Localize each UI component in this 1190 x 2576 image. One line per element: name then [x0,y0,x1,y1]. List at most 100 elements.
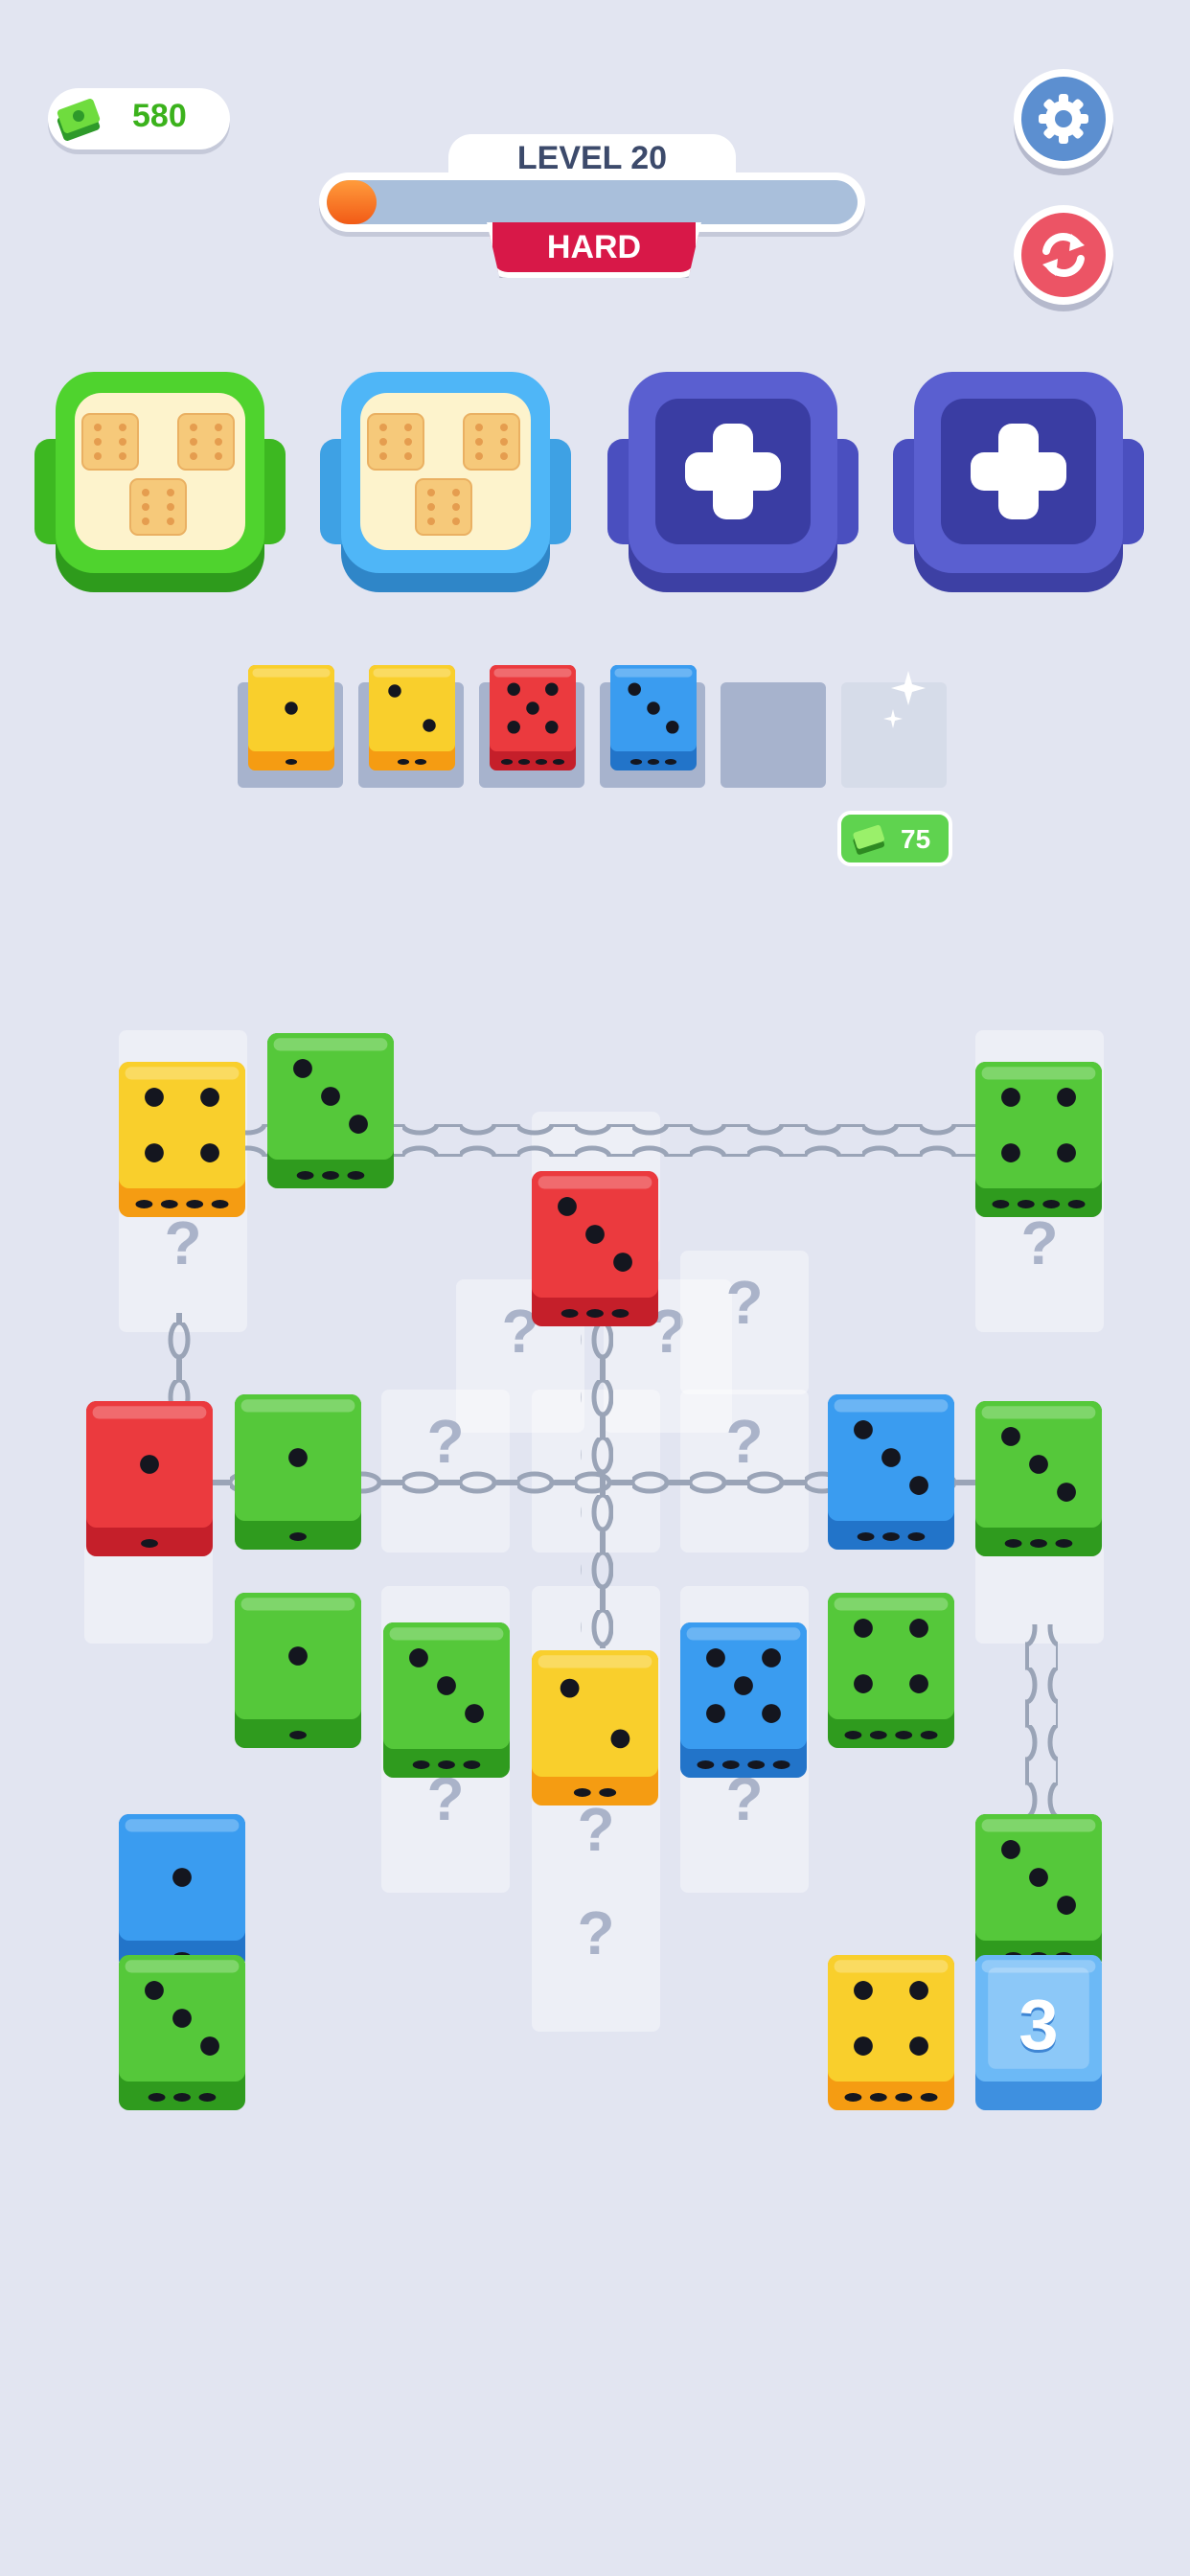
die-svg [975,1062,1102,1217]
die-side-pip [747,1760,766,1769]
die-highlight [125,1067,240,1080]
die-highlight [125,1819,240,1832]
die[interactable] [119,1062,245,1217]
die[interactable] [828,1955,954,2110]
die[interactable] [828,1593,954,1748]
die[interactable] [680,1622,807,1778]
die-side-pip [895,1731,913,1739]
die-side-pip [463,1760,481,1769]
die-pip [172,1868,192,1887]
die[interactable] [235,1593,361,1748]
die-side-pip [1067,1200,1086,1208]
die-side-pip [1030,1539,1047,1548]
die-pip [881,1448,901,1467]
die-side-pip [412,1760,430,1769]
die-side-pip [920,2093,938,2102]
die[interactable] [267,1033,394,1188]
die[interactable] [383,1622,510,1778]
die-side-pip [992,1200,1010,1208]
die-pip [145,1088,164,1107]
die-side-pip [573,1788,591,1797]
die-pip [854,1674,873,1693]
die-pip [734,1676,753,1695]
die-pip [1001,1427,1020,1446]
die-svg [119,1062,245,1217]
die-side-pip [561,1309,579,1318]
die[interactable] [532,1171,658,1326]
die-pip [409,1648,428,1668]
die-pip [909,1981,928,2000]
die-pip [437,1676,456,1695]
die-pip [613,1253,632,1272]
die-side-pip [907,1532,926,1541]
die-svg [267,1033,394,1188]
die[interactable] [235,1394,361,1550]
die-pip [706,1648,725,1668]
die-svg [828,1394,954,1550]
die-pip [200,1143,219,1162]
die-pip [706,1704,725,1723]
die-highlight [834,1960,949,1973]
die-highlight [240,1598,355,1611]
die-pip [854,2036,873,2056]
die-pip [585,1225,605,1244]
die[interactable] [86,1401,213,1556]
die-side-pip [141,1539,158,1548]
die-svg [119,1955,245,2110]
die-highlight [981,1406,1096,1419]
die[interactable] [532,1650,658,1806]
die-svg [532,1171,658,1326]
chain [1025,1624,1058,1816]
die-side-pip [289,1731,307,1739]
die-highlight [125,1960,240,1973]
die-highlight [538,1655,652,1668]
die[interactable] [828,1394,954,1550]
die-pip [172,2009,192,2028]
die-face [532,1650,658,1777]
die-svg [119,1814,245,1969]
die-side-pip [186,1200,204,1208]
die-side-pip [697,1760,715,1769]
die-highlight [240,1399,355,1413]
die-face [975,1062,1102,1188]
die-svg [86,1401,213,1556]
die-svg [235,1394,361,1550]
die[interactable] [119,1955,245,2110]
die-side-pip [611,1309,629,1318]
die-side-pip [1055,1539,1073,1548]
die-pip [288,1646,308,1666]
die-pip [909,1674,928,1693]
die-highlight [273,1038,388,1051]
frozen-die[interactable]: 3 [975,1955,1102,2110]
die-svg [975,1814,1102,1969]
die[interactable] [975,1401,1102,1556]
die-pip [321,1087,340,1106]
die-pip [1029,1868,1048,1887]
die[interactable] [975,1814,1102,1969]
die-svg [828,1593,954,1748]
die-pip [854,1420,873,1439]
die[interactable] [975,1062,1102,1217]
die-pip [288,1448,308,1467]
die-side-pip [198,2093,217,2102]
die-side-pip [160,1200,178,1208]
die-pip [1029,1455,1048,1474]
die-highlight [981,1819,1096,1832]
die-highlight [686,1627,801,1641]
die[interactable] [119,1814,245,1969]
die-pip [145,1143,164,1162]
die-pip [610,1729,630,1749]
die-side-pip [1042,1200,1061,1208]
die-side-pip [289,1532,307,1541]
die-svg [975,1401,1102,1556]
die-svg [383,1622,510,1778]
die-side-pip [135,1200,153,1208]
die-side-pip [857,1532,875,1541]
die-pip [1001,1840,1020,1859]
die-side-pip [920,1731,938,1739]
chain [158,1313,191,1409]
die-svg [532,1650,658,1806]
die-side-pip [148,2093,166,2102]
die-pip [145,1981,164,2000]
die-pip [200,1088,219,1107]
